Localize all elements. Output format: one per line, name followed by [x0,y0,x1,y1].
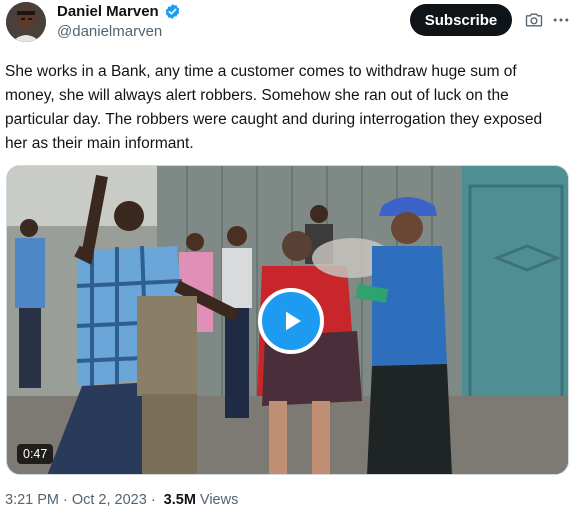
more-icon[interactable] [551,10,571,30]
video-duration: 0:47 [17,444,54,464]
play-button[interactable] [258,288,324,354]
author-name-row: Daniel Marven [57,3,181,20]
video-player[interactable]: 0:47 [6,165,569,475]
tweet-text: She works in a Bank, any time a customer… [5,63,543,152]
views-label: Views [199,492,239,508]
views-count: 3.5M [163,492,196,508]
play-icon [286,311,301,331]
camera-icon[interactable] [524,10,544,30]
author-avatar[interactable] [6,2,46,42]
tweet-meta: 3:21 PM · Oct 2, 2023 · 3.5M Views [5,492,238,508]
meta-separator: · [150,492,156,508]
tweet-header: Daniel Marven @danielmarven Subscribe [0,0,575,48]
tweet-date[interactable]: Oct 2, 2023 [72,492,147,508]
subscribe-button[interactable]: Subscribe [410,4,512,36]
tweet-time[interactable]: 3:21 PM [5,492,59,508]
author-handle[interactable]: @danielmarven [57,23,162,40]
author-name[interactable]: Daniel Marven [57,3,159,20]
verified-badge-icon [164,3,181,20]
meta-separator: · [63,492,68,508]
profile-photo-icon [6,2,46,42]
